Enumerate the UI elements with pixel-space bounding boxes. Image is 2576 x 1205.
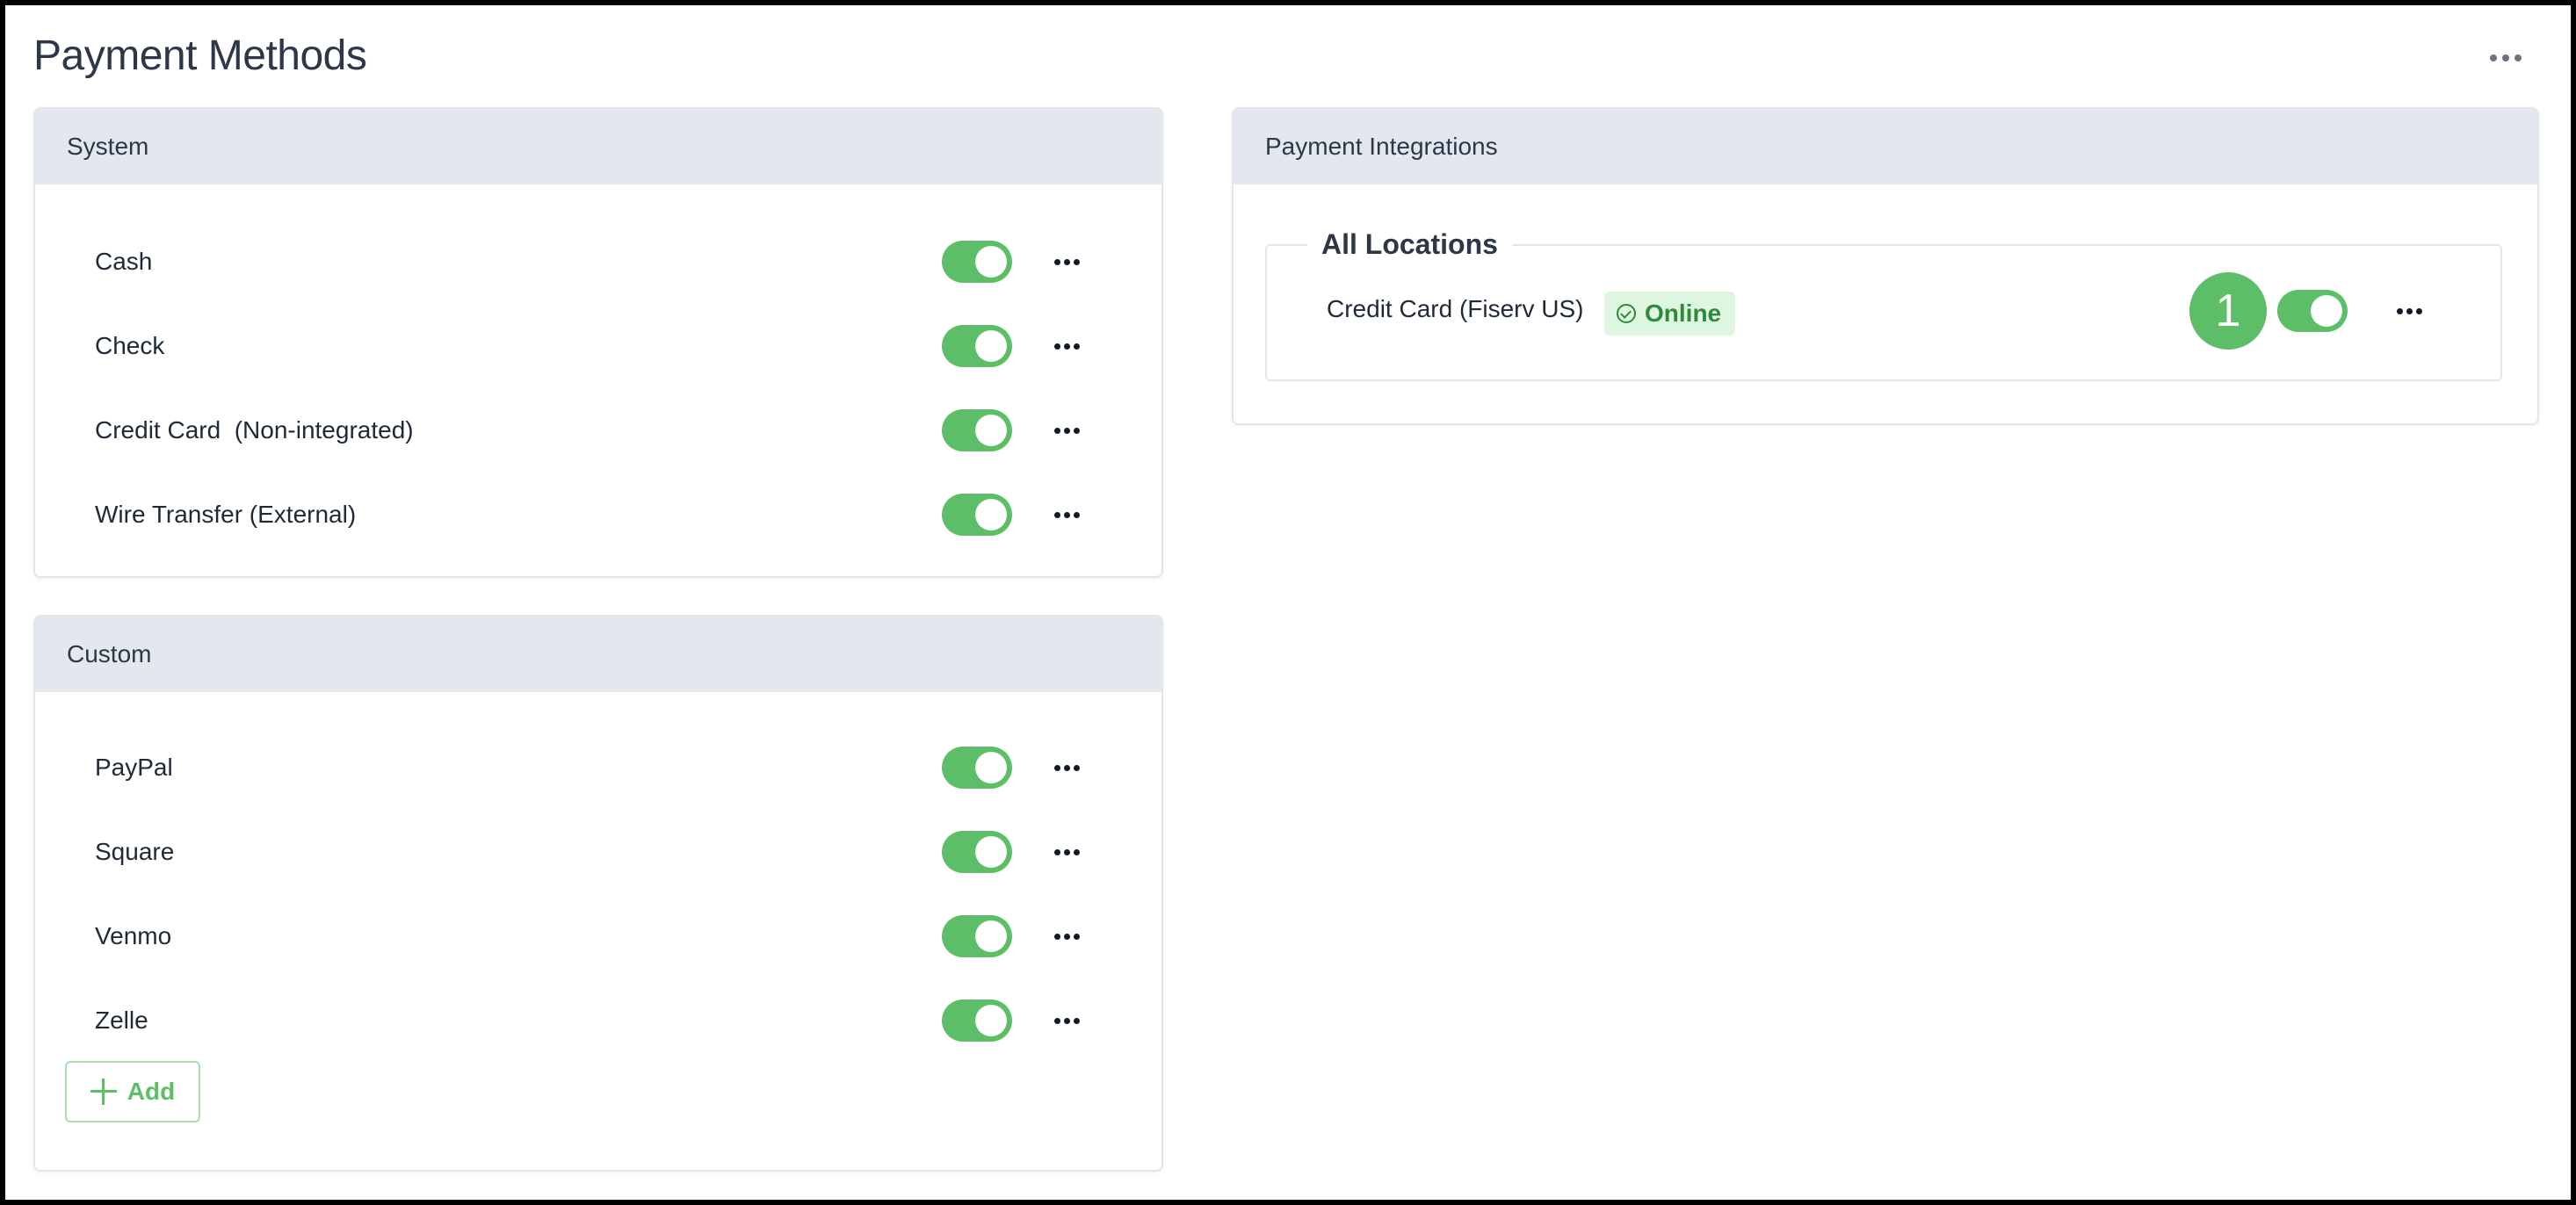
system-card: System Cash Check Credit Card (Non-integ… [33, 107, 1163, 578]
list-item: Check [35, 320, 1161, 372]
more-horizontal-icon [1053, 511, 1060, 518]
list-item: Cash [35, 235, 1161, 288]
more-horizontal-icon [1053, 848, 1060, 855]
list-item: Square [35, 826, 1161, 878]
enable-toggle[interactable] [942, 831, 1012, 873]
payment-method-label: Check [95, 332, 165, 359]
page-more-button[interactable] [2483, 40, 2529, 76]
payment-method-label: PayPal [95, 754, 173, 781]
integrations-card-header: Payment Integrations [1234, 109, 2537, 184]
more-horizontal-icon [1053, 258, 1060, 265]
list-item: Venmo [35, 910, 1161, 963]
custom-card: Custom PayPal Square Venmo Zelle [33, 615, 1163, 1172]
integration-more-button[interactable] [2390, 293, 2428, 328]
step-marker: 1 [2189, 272, 2267, 350]
page-title: Payment Methods [33, 32, 367, 79]
list-item: PayPal [35, 741, 1161, 794]
more-horizontal-icon [2396, 307, 2403, 314]
enable-toggle[interactable] [942, 409, 1012, 451]
row-more-button[interactable] [1047, 919, 1086, 954]
location-group-label: All Locations [1307, 228, 1512, 261]
plus-icon [90, 1079, 117, 1105]
enable-toggle[interactable] [942, 915, 1012, 957]
more-horizontal-icon [1053, 427, 1060, 434]
more-horizontal-icon [1053, 343, 1060, 350]
payment-method-label: Wire Transfer (External) [95, 501, 357, 528]
row-more-button[interactable] [1047, 750, 1086, 785]
integration-enable-toggle[interactable] [2277, 290, 2348, 332]
list-item: Wire Transfer (External) [35, 488, 1161, 541]
enable-toggle[interactable] [942, 325, 1012, 367]
more-horizontal-icon [1053, 764, 1060, 771]
enable-toggle[interactable] [942, 747, 1012, 789]
status-badge: Online [1604, 292, 1736, 336]
add-payment-method-button[interactable]: Add [65, 1061, 200, 1122]
location-group: All Locations Credit Card (Fiserv US) On… [1265, 228, 2502, 381]
enable-toggle[interactable] [942, 999, 1012, 1042]
list-item: Zelle [35, 994, 1161, 1047]
custom-card-header: Custom [35, 617, 1161, 692]
system-card-header: System [35, 109, 1161, 184]
integration-label: Credit Card (Fiserv US) [1327, 295, 1584, 322]
row-more-button[interactable] [1047, 497, 1086, 532]
more-horizontal-icon [2490, 54, 2497, 61]
row-more-button[interactable] [1047, 413, 1086, 448]
more-horizontal-icon [1053, 1017, 1060, 1024]
payment-method-label: Venmo [95, 922, 172, 949]
payment-method-label: Credit Card (Non-integrated) [95, 416, 414, 444]
row-more-button[interactable] [1047, 1003, 1086, 1038]
payment-method-label: Zelle [95, 1007, 148, 1034]
enable-toggle[interactable] [942, 241, 1012, 283]
status-text: Online [1645, 299, 1722, 327]
add-button-label: Add [127, 1078, 176, 1105]
more-horizontal-icon [1053, 933, 1060, 940]
row-more-button[interactable] [1047, 244, 1086, 279]
list-item: Credit Card (Non-integrated) [35, 404, 1161, 457]
payment-integrations-card: Payment Integrations All Locations Credi… [1232, 107, 2539, 425]
check-circle-icon [1617, 304, 1636, 323]
row-more-button[interactable] [1047, 328, 1086, 364]
payment-method-label: Square [95, 838, 175, 865]
page: Payment Methods System Cash Check Credit… [5, 5, 2571, 1200]
payment-method-label: Cash [95, 248, 153, 275]
row-more-button[interactable] [1047, 834, 1086, 869]
enable-toggle[interactable] [942, 494, 1012, 536]
